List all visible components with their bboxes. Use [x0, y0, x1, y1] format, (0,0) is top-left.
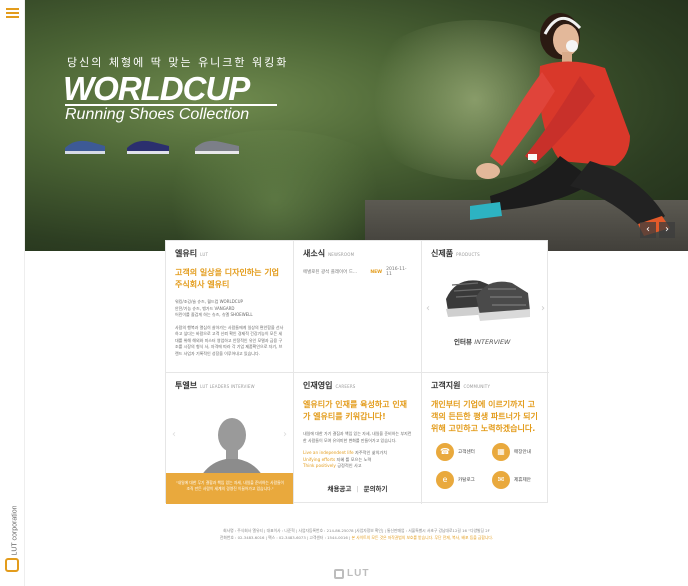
about-panel: 엘유티 LUT 고객의 일상을 디자인하는 기업 주식회사 엘유티 워킹/조깅/… — [166, 241, 294, 373]
hero-tagline: 당신의 체형에 딱 맞는 유니크한 워킹화 — [67, 56, 289, 69]
inquiry-link[interactable]: 문의하기 — [364, 485, 388, 493]
about-title-en: LUT — [200, 252, 209, 257]
lut-logo-icon — [5, 558, 19, 572]
news-item-title: 에벌로된 광석 플레이어 드... — [303, 270, 358, 275]
content-grid: 엘유티 LUT 고객의 일상을 디자인하는 기업 주식회사 엘유티 워킹/조깅/… — [165, 240, 549, 504]
footer-logo[interactable]: LUT — [334, 568, 369, 579]
news-item[interactable]: 에벌로된 광석 플레이어 드... NEW 2016-11-11 — [303, 267, 412, 277]
interview-caption[interactable]: 인터뷰 INTERVIEW — [454, 336, 511, 346]
shoe-thumbnails — [65, 140, 239, 154]
runner-photo — [470, 13, 670, 236]
hero-banner: 당신의 체형에 딱 맞는 유니크한 워킹화 WORLDCUP Running S… — [25, 0, 688, 251]
about-headline[interactable]: 고객의 일상을 디자인하는 기업 주식회사 엘유티 — [175, 267, 284, 291]
product-next-icon[interactable]: › — [541, 303, 545, 314]
store-locator-button[interactable]: ▦ 매장안내 — [492, 443, 531, 461]
footer-contact-line: 전화번호 : 02-3483-6016 | 팩스 : 02-3483-6073 … — [219, 535, 494, 540]
leaders-prev-icon[interactable]: ‹ — [172, 429, 176, 440]
catalog-icon: e — [436, 471, 454, 489]
hero-subtitle: Running Shoes Collection — [65, 106, 250, 123]
support-headline: 개인부터 기업에 이르기까지 고객의 든든한 평생 파트너가 되기 위해 고민하… — [431, 400, 538, 433]
support-panel: 고객지원 COMMUNITY 개인부터 기업에 이르기까지 고객의 든든한 평생… — [422, 373, 549, 504]
product-panel: 신제품 PRODUCTS ‹ › 인터뷰 INTERVIEW — [422, 241, 549, 373]
shoe-thumb-1 — [65, 140, 105, 154]
lut-logo-icon — [334, 568, 344, 579]
news-panel: 새소식 NEWSROOM 에벌로된 광석 플레이어 드... NEW 2016-… — [294, 241, 422, 373]
headset-icon: ☎ — [436, 443, 454, 461]
hero-next-button[interactable]: › — [659, 222, 675, 238]
hero-title: WORLDCUP — [63, 70, 250, 107]
product-prev-icon[interactable]: ‹ — [426, 303, 430, 314]
hamburger-menu-icon[interactable] — [6, 8, 19, 18]
careers-links: 채용공고 | 문의하기 — [327, 485, 388, 493]
product-shoe-image[interactable] — [442, 267, 532, 332]
catalog-button[interactable]: e 카탈로그 — [436, 471, 475, 489]
support-title: 고객지원 — [431, 381, 461, 390]
shoe-thumb-3 — [195, 140, 239, 154]
customer-center-button[interactable]: ☎ 고객센터 — [436, 443, 475, 461]
careers-value-item: Think positively 긍정적인 사고 — [303, 463, 362, 468]
careers-title-en: CAREERS — [335, 384, 356, 389]
partnership-button[interactable]: ✉ 제휴제안 — [492, 471, 531, 489]
page: LUT corporation 당신의 체형에 딱 맞는 유니크한 워킹화 WO… — [0, 0, 688, 586]
new-badge: NEW — [370, 269, 383, 275]
product-title-en: PRODUCTS — [456, 252, 480, 257]
rail-logo[interactable]: LUT corporation — [4, 502, 21, 572]
rail-logo-text: LUT corporation — [11, 505, 19, 556]
careers-values: Live an independent life 자주적인 삶의가치 Unify… — [303, 450, 412, 470]
store-icon: ▦ — [492, 443, 510, 461]
product-title: 신제품 — [431, 249, 454, 258]
leaders-quote: "내일에 대한 무기 결합과 책임 있는 자세, 내일을 준비하는 사람들이 조… — [166, 473, 293, 504]
about-body: 사람의 행복과 열심히 살아가는 사람들에게 일상의 편안함을 선사하고 싶다는… — [175, 324, 284, 356]
news-item-date: 2016-11-11 — [386, 267, 407, 277]
leaders-panel: 투엘브 LUT LEADERS INTERVIEW ‹ › "내일에 대한 무기… — [166, 373, 294, 504]
shoe-thumb-2 — [127, 140, 169, 154]
left-rail: LUT corporation — [0, 0, 25, 586]
leaders-title: 투엘브 — [175, 381, 198, 390]
leaders-next-icon[interactable]: › — [283, 429, 287, 440]
news-title: 새소식 — [303, 249, 326, 258]
careers-title: 인재영입 — [303, 381, 333, 390]
footer-company-line: 회사명 : 주식회사 엘유티 | 대표이사 : 나준혁 | 사업자등록번호 : … — [223, 528, 490, 533]
about-title: 엘유티 — [175, 249, 198, 258]
envelope-icon: ✉ — [492, 471, 510, 489]
careers-body: 내일에 대한 가기 결집과 책임 있는 자세, 내일을 준비하는 부지런한 사람… — [303, 431, 412, 443]
hero-prev-button[interactable]: ‹ — [640, 222, 656, 238]
leaders-title-en: LUT LEADERS INTERVIEW — [200, 384, 255, 389]
news-title-en: NEWSROOM — [328, 252, 355, 257]
footer-info: 회사명 : 주식회사 엘유티 | 대표이사 : 나준혁 | 사업자등록번호 : … — [165, 527, 548, 541]
support-title-en: COMMUNITY — [463, 384, 491, 389]
careers-headline[interactable]: 엘유티가 인재를 육성하고 인재가 엘유티를 키워갑니다! — [303, 399, 412, 423]
about-brand-list: 워킹/조깅/슬 슈즈, 월드컵 WORLDCUP 안전/기능 슈즈, 뱅가드 V… — [175, 299, 284, 319]
careers-panel: 인재영입 CAREERS 엘유티가 인재를 육성하고 인재가 엘유티를 키워갑니… — [294, 373, 422, 504]
job-posting-link[interactable]: 채용공고 — [327, 485, 351, 493]
